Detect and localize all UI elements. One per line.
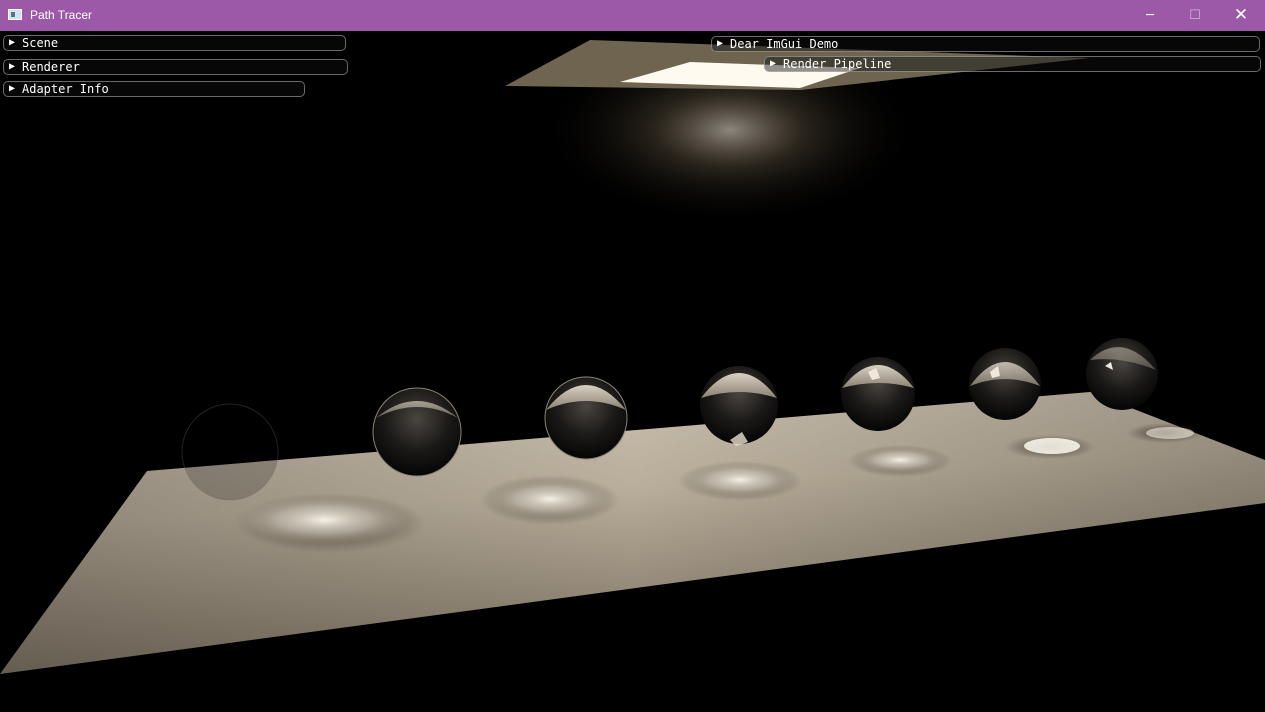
adapter-info-header-label: Adapter Info	[22, 82, 109, 96]
window-title: Path Tracer	[30, 8, 93, 22]
adapter-info-header[interactable]: ▶ Adapter Info	[3, 81, 305, 97]
collapse-arrow-icon: ▶	[9, 83, 16, 94]
collapse-arrow-icon: ▶	[9, 61, 16, 72]
sphere-2	[372, 387, 462, 477]
sphere-6	[969, 348, 1041, 420]
renderer-header-label: Renderer	[22, 60, 80, 74]
collapse-arrow-icon: ▶	[9, 37, 16, 48]
minimize-button[interactable]: ─	[1127, 0, 1173, 31]
sphere-7	[1086, 338, 1158, 410]
app-icon	[8, 9, 22, 20]
render-pipeline-header[interactable]: ▶ Render Pipeline	[764, 56, 1261, 72]
title-bar[interactable]: Path Tracer ─ ☐ ✕	[0, 0, 1265, 31]
scene-header[interactable]: ▶ Scene	[3, 35, 346, 51]
imgui-demo-header[interactable]: ▶ Dear ImGui Demo	[711, 36, 1260, 52]
maximize-button[interactable]: ☐	[1172, 0, 1218, 31]
rendered-scene	[0, 35, 1265, 674]
collapse-arrow-icon: ▶	[717, 38, 724, 49]
sphere-5	[841, 357, 915, 431]
imgui-demo-header-label: Dear ImGui Demo	[730, 37, 839, 51]
renderer-header[interactable]: ▶ Renderer	[3, 59, 348, 75]
sphere-3	[544, 376, 628, 460]
scene-header-label: Scene	[22, 36, 59, 50]
collapse-arrow-icon: ▶	[770, 58, 777, 69]
render-viewport[interactable]	[0, 31, 1265, 712]
render-pipeline-header-label: Render Pipeline	[783, 57, 892, 71]
close-button[interactable]: ✕	[1218, 0, 1264, 31]
sphere-1	[181, 403, 279, 501]
